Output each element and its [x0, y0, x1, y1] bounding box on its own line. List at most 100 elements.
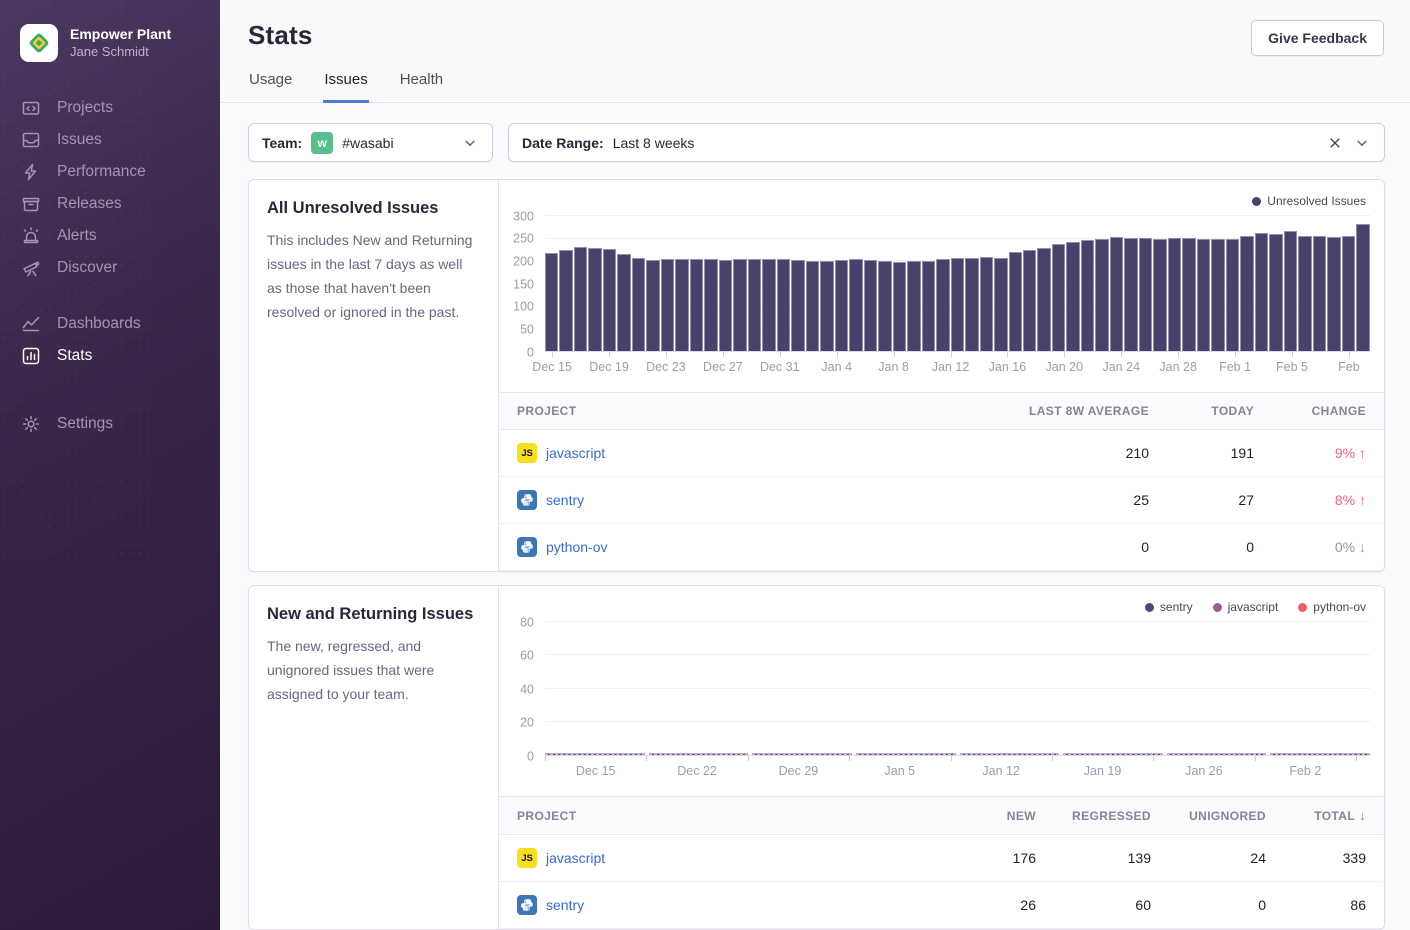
sidebar-item-discover[interactable]: Discover [0, 252, 220, 284]
stacked-bar-dec-22[interactable] [649, 753, 749, 755]
bar-dec-17[interactable] [574, 247, 587, 351]
bar-feb-7[interactable] [1327, 237, 1340, 351]
sidebar-item-alerts[interactable]: Alerts [0, 220, 220, 252]
bar-dec-31[interactable] [777, 259, 790, 351]
bar-dec-18[interactable] [588, 248, 601, 351]
bar-jan-28[interactable] [1182, 238, 1195, 351]
column-header-new[interactable]: NEW [911, 809, 1036, 823]
bar-feb-8[interactable] [1342, 236, 1355, 351]
stacked-bar-dec-15[interactable] [545, 753, 645, 755]
legend-item-unresolved-issues[interactable]: Unresolved Issues [1252, 194, 1366, 208]
clear-icon[interactable] [1326, 134, 1344, 152]
column-header-total[interactable]: TOTAL ↓ [1266, 808, 1366, 823]
stacked-bar-feb-2[interactable] [1270, 753, 1370, 755]
bar-dec-28[interactable] [733, 259, 746, 351]
bar-jan-23[interactable] [1110, 237, 1123, 351]
bar-jan-18[interactable] [1037, 248, 1050, 352]
bar-jan-1[interactable] [791, 260, 804, 351]
bar-dec-23[interactable] [661, 259, 674, 351]
bar-jan-25[interactable] [1139, 238, 1152, 351]
bar-dec-24[interactable] [675, 259, 688, 351]
bar-jan-7[interactable] [878, 261, 891, 351]
project-link-sentry[interactable]: sentry [546, 492, 584, 508]
bar-dec-21[interactable] [632, 258, 645, 351]
column-header-unignored[interactable]: UNIGNORED [1151, 809, 1266, 823]
bar-dec-25[interactable] [690, 259, 703, 351]
column-header-project[interactable]: PROJECT [517, 404, 974, 418]
bar-jan-30[interactable] [1211, 239, 1224, 352]
bar-feb-1[interactable] [1240, 236, 1253, 351]
chart-plot-area[interactable] [545, 622, 1370, 756]
stacked-bar-dec-29[interactable] [752, 753, 852, 755]
legend-item-sentry[interactable]: sentry [1145, 600, 1193, 614]
sidebar-item-performance[interactable]: Performance [0, 156, 220, 188]
bar-feb-2[interactable] [1255, 233, 1268, 351]
sidebar-item-releases[interactable]: Releases [0, 188, 220, 220]
bar-jan-19[interactable] [1052, 244, 1065, 351]
bar-jan-13[interactable] [965, 258, 978, 351]
bar-jan-5[interactable] [849, 259, 862, 351]
legend-item-python-ov[interactable]: python-ov [1298, 600, 1366, 614]
legend-item-javascript[interactable]: javascript [1213, 600, 1279, 614]
sidebar-item-settings[interactable]: Settings [0, 408, 220, 440]
bar-dec-20[interactable] [617, 254, 630, 351]
org-switcher[interactable]: Empower Plant Jane Schmidt [0, 16, 220, 70]
column-header-change[interactable]: CHANGE [1254, 404, 1366, 418]
bar-feb-4[interactable] [1284, 231, 1297, 351]
column-header-today[interactable]: TODAY [1149, 404, 1254, 418]
bar-dec-26[interactable] [704, 259, 717, 351]
bar-jan-3[interactable] [820, 261, 833, 351]
team-filter[interactable]: Team: W #wasabi [248, 123, 493, 162]
bar-feb-6[interactable] [1313, 236, 1326, 351]
bar-jan-9[interactable] [907, 261, 920, 351]
tab-health[interactable]: Health [399, 71, 444, 103]
bar-jan-17[interactable] [1023, 250, 1036, 351]
bar-jan-2[interactable] [806, 261, 819, 351]
date-range-filter[interactable]: Date Range: Last 8 weeks [508, 123, 1385, 162]
sidebar-item-projects[interactable]: Projects [0, 92, 220, 124]
bar-jan-31[interactable] [1226, 239, 1239, 352]
bar-jan-24[interactable] [1124, 238, 1137, 351]
column-header-project[interactable]: PROJECT [517, 809, 911, 823]
sidebar-item-stats[interactable]: Stats [0, 340, 220, 372]
chart-plot-area[interactable] [545, 216, 1370, 352]
bar-dec-30[interactable] [762, 259, 775, 351]
bar-jan-16[interactable] [1009, 252, 1022, 351]
bar-jan-8[interactable] [893, 262, 906, 351]
bar-dec-16[interactable] [559, 250, 572, 351]
bar-jan-20[interactable] [1066, 242, 1079, 351]
sidebar-item-issues[interactable]: Issues [0, 124, 220, 156]
bar-jan-26[interactable] [1153, 239, 1166, 352]
column-header-last-8w-average[interactable]: LAST 8W AVERAGE [974, 404, 1149, 418]
project-link-javascript[interactable]: javascript [546, 445, 605, 461]
project-link-python-ov[interactable]: python-ov [546, 539, 607, 555]
bar-feb-9[interactable] [1356, 224, 1369, 351]
bar-jan-6[interactable] [864, 260, 877, 351]
bar-jan-15[interactable] [994, 258, 1007, 351]
sidebar-item-dashboards[interactable]: Dashboards [0, 308, 220, 340]
bar-jan-22[interactable] [1095, 239, 1108, 352]
stacked-bar-jan-26[interactable] [1167, 753, 1267, 755]
bar-jan-21[interactable] [1081, 240, 1094, 351]
bar-jan-14[interactable] [980, 257, 993, 351]
project-link-javascript[interactable]: javascript [546, 850, 605, 866]
bar-feb-5[interactable] [1298, 236, 1311, 351]
bar-jan-27[interactable] [1168, 238, 1181, 351]
give-feedback-button[interactable]: Give Feedback [1251, 20, 1384, 56]
tab-issues[interactable]: Issues [323, 71, 368, 103]
tab-usage[interactable]: Usage [248, 71, 293, 103]
bar-jan-10[interactable] [922, 261, 935, 351]
project-link-sentry[interactable]: sentry [546, 897, 584, 913]
bar-feb-3[interactable] [1269, 234, 1282, 351]
bar-dec-15[interactable] [545, 253, 558, 351]
bar-jan-29[interactable] [1197, 239, 1210, 351]
bar-dec-19[interactable] [603, 249, 616, 351]
column-header-regressed[interactable]: REGRESSED [1036, 809, 1151, 823]
bar-dec-27[interactable] [719, 260, 732, 351]
stacked-bar-jan-19[interactable] [1063, 753, 1163, 755]
bar-jan-4[interactable] [835, 260, 848, 351]
bar-dec-22[interactable] [646, 260, 659, 351]
bar-jan-11[interactable] [936, 259, 949, 351]
bar-dec-29[interactable] [748, 259, 761, 351]
stacked-bar-jan-12[interactable] [960, 753, 1060, 755]
